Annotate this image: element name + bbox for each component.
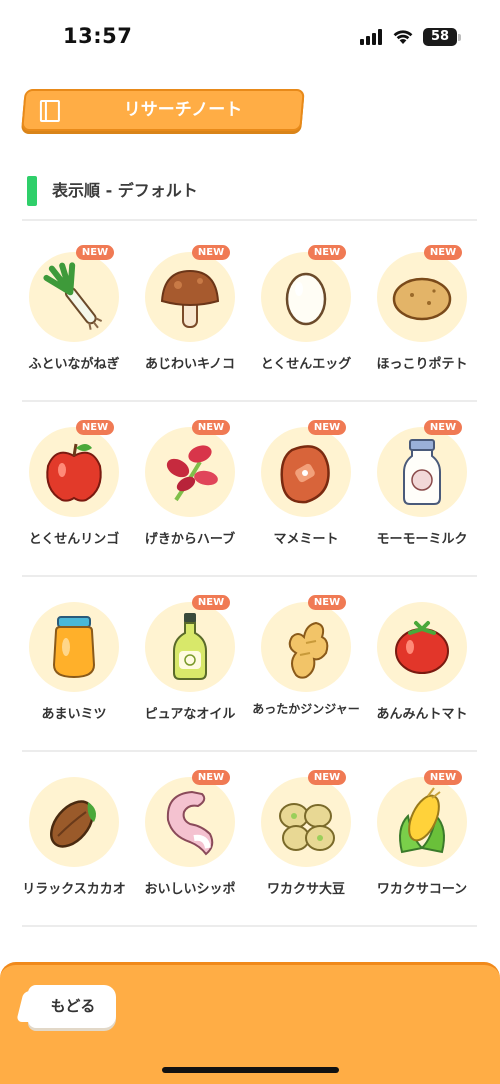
status-bar: 13:57 58 (0, 0, 500, 70)
new-badge: NEW (192, 420, 230, 435)
ingredient-item[interactable]: あんみんトマト (364, 590, 480, 740)
potato-icon (392, 277, 452, 321)
new-badge: NEW (308, 245, 346, 260)
new-badge: NEW (424, 770, 462, 785)
new-badge: NEW (308, 770, 346, 785)
oil-icon (173, 613, 207, 680)
divider (22, 925, 477, 927)
ingredient-item[interactable]: NEW とくせんリンゴ (16, 415, 132, 565)
ingredient-item[interactable]: NEW おいしいシッポ (132, 765, 248, 915)
leek-icon (43, 262, 103, 330)
ingredient-name: ピュアなオイル (144, 707, 236, 722)
bean-meat-icon (280, 445, 330, 504)
honey-icon (52, 616, 96, 679)
notebook-icon (39, 100, 60, 122)
research-note-banner: リサーチノート (21, 89, 305, 131)
milk-icon (403, 439, 441, 505)
cacao-icon (50, 800, 96, 848)
herb-icon (166, 445, 218, 502)
divider (22, 575, 477, 577)
ingredient-name: おいしいシッポ (144, 882, 236, 897)
ingredient-item[interactable]: NEW ワカクサコーン (364, 765, 480, 915)
ingredient-name: ワカクサ大豆 (266, 882, 345, 897)
ingredient-name: モーモーミルク (376, 532, 468, 547)
corn-icon (399, 787, 445, 854)
new-badge: NEW (308, 420, 346, 435)
divider (22, 400, 477, 402)
sort-order-label: 表示順 - デフォルト (52, 181, 198, 200)
ingredient-item[interactable]: NEW マメミート (248, 415, 364, 565)
new-badge: NEW (424, 245, 462, 260)
mushroom-icon (160, 269, 220, 328)
ingredient-name: とくせんリンゴ (28, 532, 120, 547)
ingredient-name: げきからハーブ (144, 532, 236, 547)
battery-icon: 58 (423, 28, 457, 46)
soybean-icon (279, 803, 335, 851)
ginger-icon (288, 621, 329, 679)
ingredient-item[interactable]: NEW ふといながねぎ (16, 240, 132, 390)
ingredient-item[interactable]: NEW ほっこりポテト (364, 240, 480, 390)
status-time: 13:57 (63, 24, 133, 48)
egg-icon (285, 272, 327, 326)
ingredient-item[interactable]: NEW とくせんエッグ (248, 240, 364, 390)
back-button-label: もどる (50, 997, 96, 1015)
ingredient-name: あじわいキノコ (144, 357, 236, 372)
ingredient-name: あんみんトマト (376, 707, 468, 722)
divider (22, 219, 477, 221)
divider (22, 750, 477, 752)
page-title: リサーチノート (123, 100, 243, 120)
back-button[interactable]: もどる (28, 985, 116, 1028)
sort-accent-bar (27, 176, 37, 206)
cellular-signal-icon (360, 29, 384, 45)
ingredient-name: リラックスカカオ (22, 882, 126, 897)
ingredient-name: マメミート (273, 532, 339, 547)
new-badge: NEW (76, 245, 114, 260)
ingredient-item[interactable]: NEW あったかジンジャー (248, 590, 364, 740)
new-badge: NEW (192, 595, 230, 610)
new-badge: NEW (192, 245, 230, 260)
ingredient-name: ふといながねぎ (28, 357, 120, 372)
ingredient-name: あったかジンジャー (252, 702, 360, 716)
new-badge: NEW (308, 595, 346, 610)
new-badge: NEW (424, 420, 462, 435)
ingredient-item[interactable]: NEW あじわいキノコ (132, 240, 248, 390)
ingredient-name: ワカクサコーン (376, 882, 468, 897)
ingredient-item[interactable]: NEW ワカクサ大豆 (248, 765, 364, 915)
battery-level: 58 (430, 29, 450, 44)
apple-icon (46, 443, 102, 502)
ingredient-item[interactable]: NEW モーモーミルク (364, 415, 480, 565)
ingredient-item[interactable]: リラックスカカオ (16, 765, 132, 915)
tail-icon (166, 790, 214, 856)
new-badge: NEW (192, 770, 230, 785)
new-badge: NEW (76, 420, 114, 435)
ingredient-item[interactable]: NEW げきからハーブ (132, 415, 248, 565)
ingredient-name: とくせんエッグ (260, 357, 352, 372)
tomato-icon (395, 621, 449, 674)
ingredient-name: あまいミツ (41, 707, 107, 722)
ingredient-item[interactable]: あまいミツ (16, 590, 132, 740)
wifi-icon (393, 30, 413, 44)
home-indicator (162, 1067, 339, 1073)
ingredient-item[interactable]: NEW ピュアなオイル (132, 590, 248, 740)
ingredient-name: ほっこりポテト (376, 357, 468, 372)
